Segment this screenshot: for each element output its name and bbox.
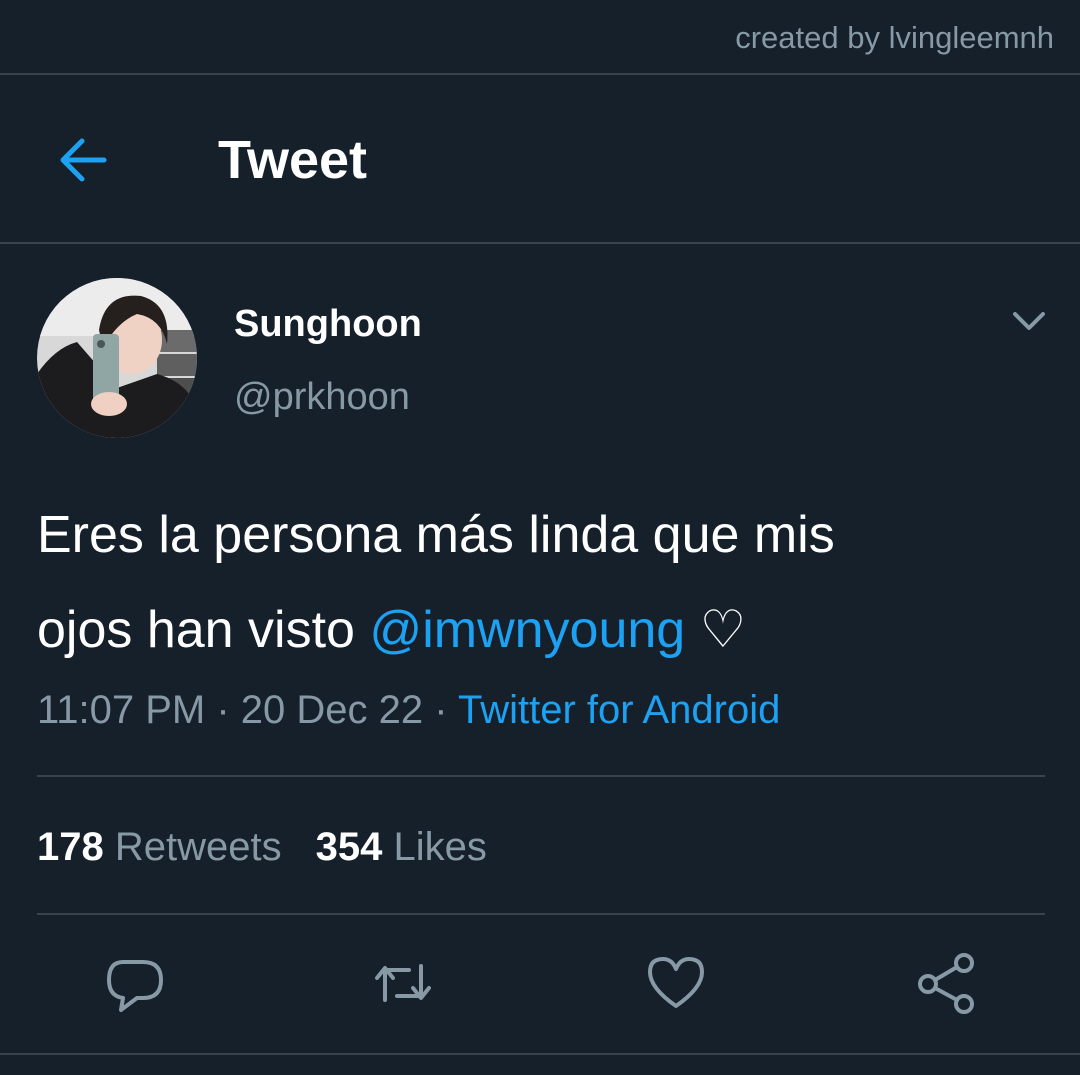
retweets-stat[interactable]: 178 Retweets (37, 825, 282, 869)
tweet-stats: 178 Retweets 354 Likes (37, 823, 487, 871)
tweet-header: Tweet (0, 76, 1080, 242)
profile-photo (37, 278, 197, 438)
reply-icon (107, 960, 163, 1012)
avatar[interactable] (37, 278, 197, 438)
retweets-label: Retweets (103, 825, 282, 869)
mention-link[interactable]: @imwnyoung (369, 601, 685, 659)
like-icon (648, 957, 704, 1008)
top-divider (0, 73, 1080, 75)
tweet-text-segment: ojos han visto (37, 601, 370, 659)
heart-symbol: ♡ (685, 601, 747, 659)
stats-divider (37, 913, 1045, 915)
retweets-count: 178 (37, 825, 104, 869)
likes-label: Likes (382, 825, 487, 869)
like-button[interactable] (644, 950, 708, 1016)
reply-button[interactable] (103, 950, 167, 1016)
meta-separator: · (423, 688, 458, 732)
share-icon (918, 953, 974, 1014)
tweet-meta: 11:07 PM · 20 Dec 22 · Twitter for Andro… (37, 686, 780, 734)
back-button[interactable] (52, 132, 116, 188)
tweet-date: 20 Dec 22 (240, 688, 424, 732)
tweet-text: Eres la persona más linda que mis ojos h… (37, 488, 1057, 678)
tweet-text-line-1: Eres la persona más linda que mis (37, 506, 835, 564)
watermark-credit: created by lvingleemnh (735, 20, 1054, 55)
tweet-time: 11:07 PM (37, 688, 206, 732)
meta-separator: · (205, 688, 241, 732)
bottom-divider (0, 1053, 1080, 1055)
chevron-down-icon (1013, 312, 1045, 330)
arrow-left-icon (60, 138, 107, 182)
retweet-icon (375, 964, 431, 1002)
likes-stat[interactable]: 354 Likes (316, 825, 487, 869)
likes-count: 354 (315, 825, 383, 869)
author-handle[interactable]: @prkhoon (234, 374, 410, 420)
tweet-source-link[interactable]: Twitter for Android (458, 688, 780, 732)
meta-divider (37, 775, 1045, 777)
share-button[interactable] (914, 950, 978, 1016)
tweet-options-button[interactable] (1006, 304, 1052, 340)
retweet-button[interactable] (371, 950, 435, 1016)
author-display-name[interactable]: Sunghoon (234, 301, 422, 347)
page-title: Tweet (218, 130, 368, 190)
tweet-text-line-2: ojos han visto @imwnyoung ♡ (37, 583, 1057, 678)
header-divider (0, 242, 1080, 244)
